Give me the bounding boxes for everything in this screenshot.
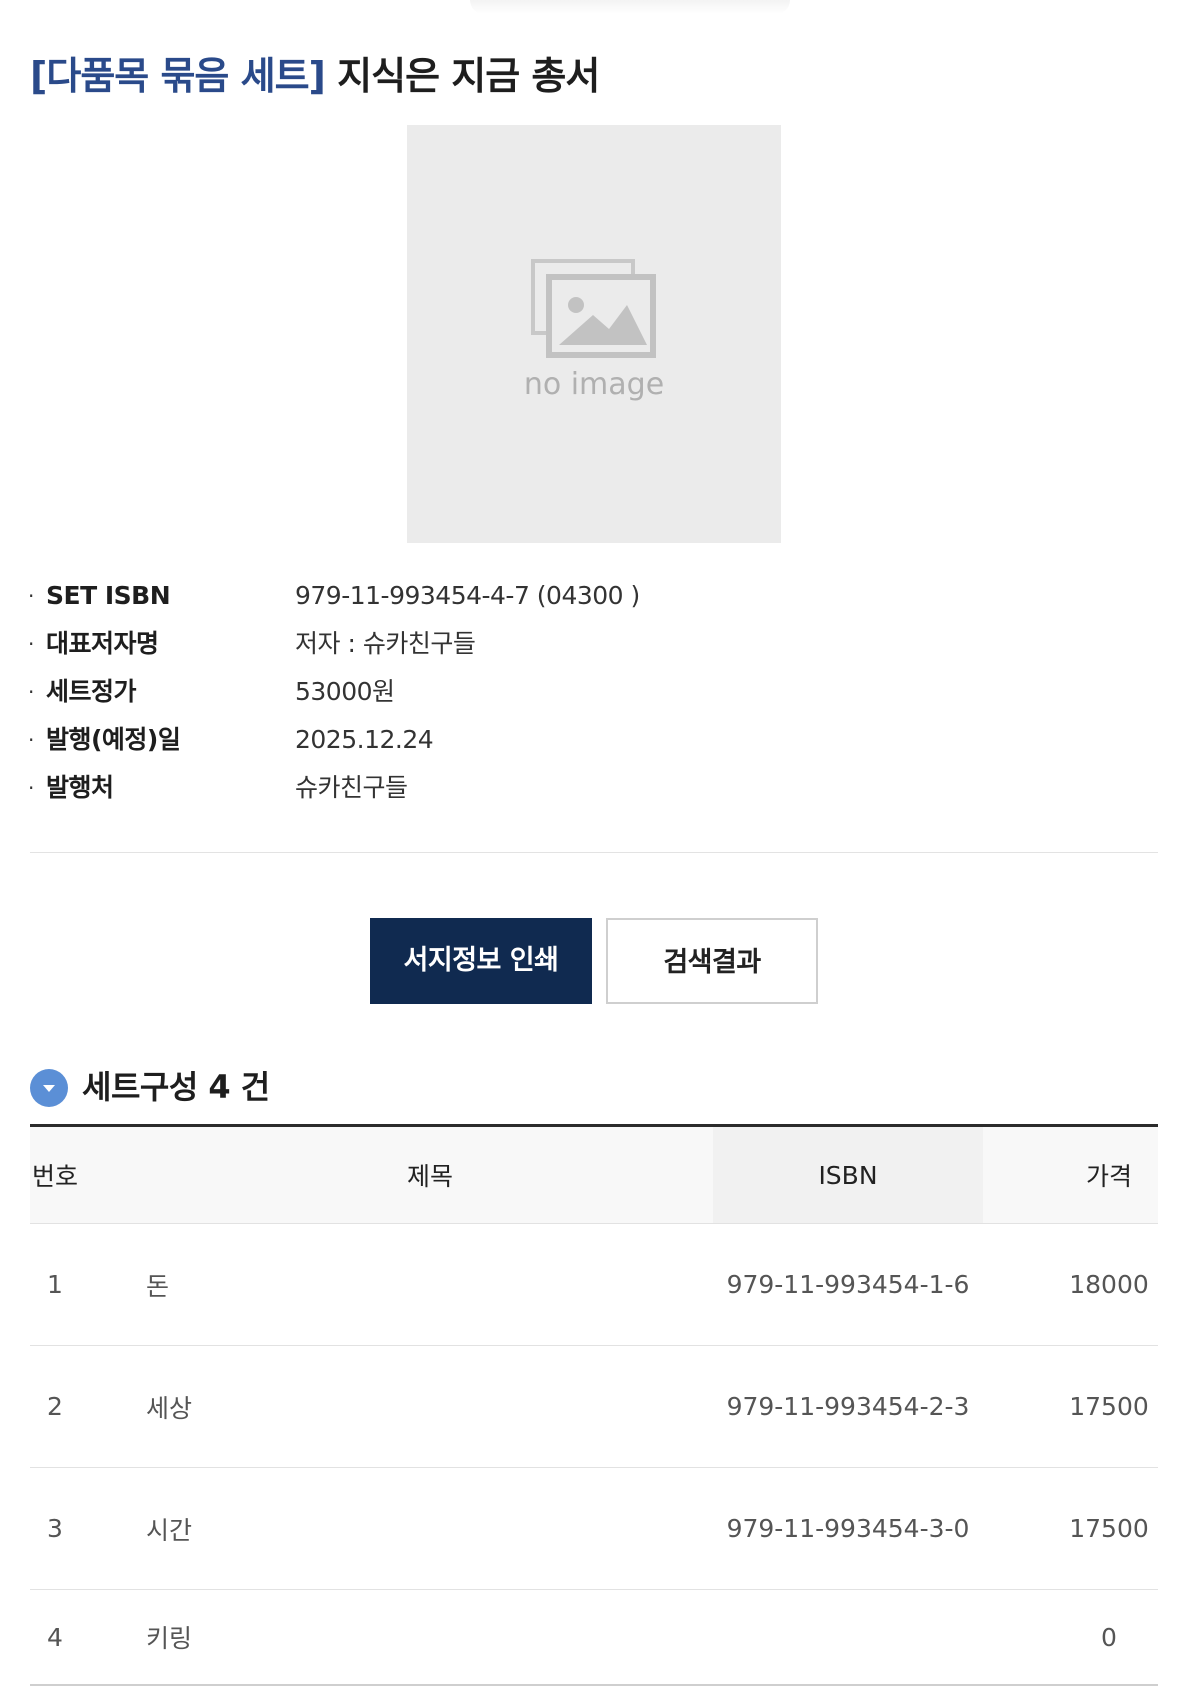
- info-row-publisher: · 발행처 슈카친구들: [28, 764, 1158, 812]
- row-price: 0: [1101, 1622, 1117, 1652]
- bullet: ·: [28, 776, 35, 800]
- book-info-list: · SET ISBN 979-11-993454-4-7 (04300 ) · …: [28, 572, 1158, 812]
- header-no: 번호: [31, 1162, 78, 1191]
- table-row[interactable]: 1 돈 979-11-993454-1-6 18000: [30, 1224, 1158, 1346]
- row-title[interactable]: 돈: [146, 1224, 546, 1345]
- row-no: 1: [47, 1270, 63, 1299]
- title-prefix: [다품목 묶음 세트]: [30, 54, 326, 99]
- row-no: 4: [47, 1622, 63, 1652]
- info-value: 979-11-993454-4-7 (04300 ): [295, 581, 640, 610]
- info-label: 대표저자명: [46, 629, 159, 658]
- search-results-button[interactable]: 검색결과: [606, 918, 818, 1004]
- info-label: 세트정가: [46, 677, 137, 706]
- top-fade: [470, 0, 790, 14]
- bullet: ·: [28, 680, 35, 704]
- page-title: [다품목 묶음 세트] 지식은 지금 총서: [30, 49, 600, 103]
- info-label: 발행(예정)일: [46, 725, 181, 754]
- bullet: ·: [28, 728, 35, 752]
- table-header-row: 번호 제목 ISBN 가격: [30, 1127, 1158, 1224]
- row-price: 18000: [1069, 1270, 1149, 1299]
- row-title[interactable]: 키링: [146, 1590, 546, 1684]
- row-no: 3: [47, 1514, 63, 1543]
- title-main: 지식은 지금 총서: [337, 54, 600, 99]
- no-image-text: no image: [523, 367, 665, 402]
- info-row-author: · 대표저자명 저자 : 슈카친구들: [28, 620, 1158, 668]
- table-row[interactable]: 3 시간 979-11-993454-3-0 17500: [30, 1468, 1158, 1590]
- row-isbn: 979-11-993454-3-0: [726, 1514, 970, 1543]
- info-row-pub-date: · 발행(예정)일 2025.12.24: [28, 716, 1158, 764]
- divider: [30, 852, 1158, 853]
- info-row-set-isbn: · SET ISBN 979-11-993454-4-7 (04300 ): [28, 572, 1158, 620]
- header-title: 제목: [406, 1162, 453, 1191]
- table-row[interactable]: 4 키링 0: [30, 1590, 1158, 1686]
- header-price: 가격: [1085, 1162, 1132, 1191]
- book-cover: no image: [407, 125, 781, 543]
- row-no: 2: [47, 1392, 63, 1421]
- info-value: 슈카친구들: [295, 773, 408, 802]
- info-value: 53000원: [295, 677, 395, 706]
- print-bibliography-button[interactable]: 서지정보 인쇄: [370, 918, 592, 1004]
- bullet: ·: [28, 632, 35, 656]
- row-title[interactable]: 시간: [146, 1468, 546, 1589]
- row-isbn: 979-11-993454-1-6: [726, 1270, 970, 1299]
- row-price: 17500: [1069, 1514, 1149, 1543]
- info-value: 2025.12.24: [295, 725, 434, 754]
- set-items-table: 번호 제목 ISBN 가격 1 돈 979-11-993454-1-6 1800…: [30, 1124, 1158, 1686]
- table-row[interactable]: 2 세상 979-11-993454-2-3 17500: [30, 1346, 1158, 1468]
- info-value: 저자 : 슈카친구들: [295, 629, 476, 658]
- row-price: 17500: [1069, 1392, 1149, 1421]
- image-placeholder-icon: [531, 259, 656, 358]
- chevron-down-circle-icon[interactable]: [30, 1069, 68, 1107]
- bullet: ·: [28, 584, 35, 608]
- info-label: 발행처: [46, 773, 114, 802]
- info-label: SET ISBN: [46, 581, 171, 610]
- info-row-price: · 세트정가 53000원: [28, 668, 1158, 716]
- row-title[interactable]: 세상: [146, 1346, 546, 1467]
- header-isbn: ISBN: [818, 1160, 878, 1190]
- row-isbn: [713, 1590, 983, 1684]
- row-isbn: 979-11-993454-2-3: [726, 1392, 970, 1421]
- set-composition-title: 세트구성 4 건: [82, 1068, 270, 1106]
